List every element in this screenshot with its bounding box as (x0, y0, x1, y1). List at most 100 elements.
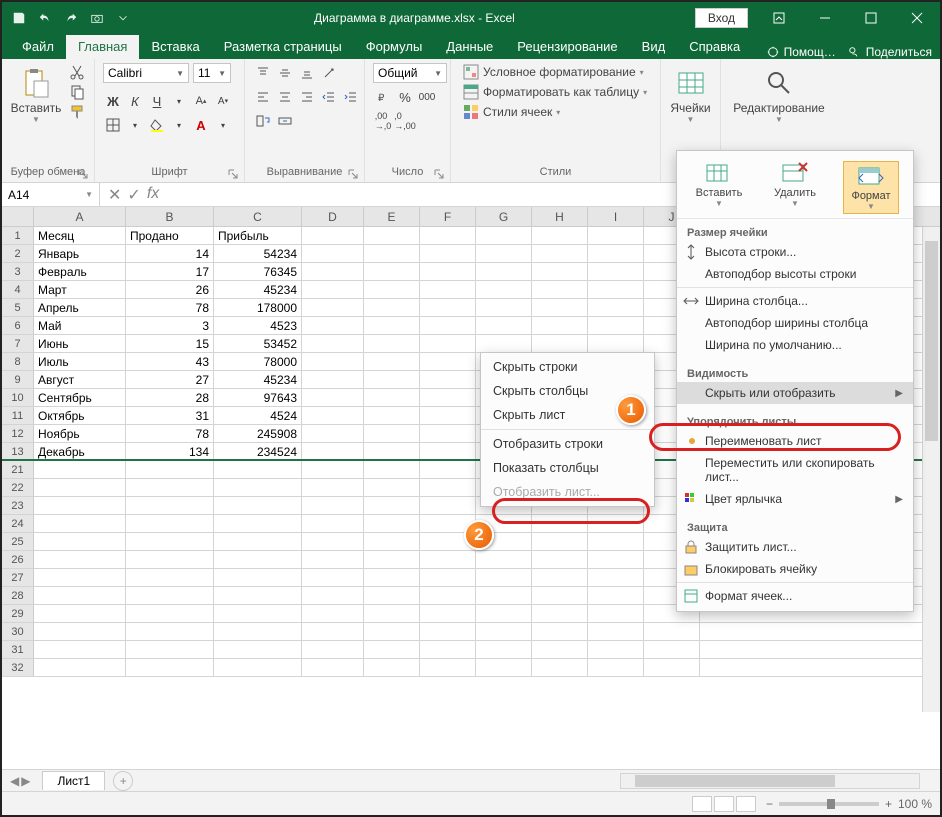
cell[interactable] (34, 551, 126, 568)
cell[interactable] (420, 461, 476, 478)
row-header[interactable]: 29 (2, 605, 34, 622)
cell[interactable] (532, 641, 588, 658)
row-header[interactable]: 9 (2, 371, 34, 388)
tab-help[interactable]: Справка (677, 35, 752, 59)
zoom-in-icon[interactable]: + (885, 797, 892, 811)
currency-icon[interactable]: ₽ (373, 87, 393, 107)
cell[interactable] (364, 263, 420, 280)
cell[interactable] (532, 299, 588, 316)
zoom-slider[interactable] (779, 802, 879, 806)
merge-icon[interactable] (275, 111, 295, 131)
col-header[interactable]: I (588, 207, 644, 226)
cell[interactable] (364, 281, 420, 298)
view-normal-icon[interactable] (692, 796, 712, 812)
cell[interactable]: Июнь (34, 335, 126, 352)
cell[interactable] (588, 551, 644, 568)
cell[interactable]: 15 (126, 335, 214, 352)
row-header[interactable]: 22 (2, 479, 34, 496)
cell[interactable] (532, 245, 588, 262)
cell[interactable] (302, 299, 364, 316)
minimize-icon[interactable] (802, 2, 848, 33)
number-format-combo[interactable]: Общий▼ (373, 63, 447, 83)
cell[interactable]: 178000 (214, 299, 302, 316)
cell[interactable] (364, 551, 420, 568)
cell[interactable]: Февраль (34, 263, 126, 280)
col-header[interactable]: G (476, 207, 532, 226)
maximize-icon[interactable] (848, 2, 894, 33)
row-header[interactable]: 2 (2, 245, 34, 262)
vscrollbar[interactable] (922, 227, 940, 712)
cell[interactable] (302, 407, 364, 424)
cell[interactable] (214, 533, 302, 550)
col-header[interactable]: E (364, 207, 420, 226)
cell[interactable] (302, 587, 364, 604)
cell[interactable]: 3 (126, 317, 214, 334)
decrease-indent-icon[interactable] (319, 87, 339, 107)
cell[interactable] (214, 551, 302, 568)
cell[interactable] (302, 371, 364, 388)
cell[interactable] (34, 587, 126, 604)
row-header[interactable]: 3 (2, 263, 34, 280)
cell[interactable] (364, 389, 420, 406)
borders-icon[interactable] (103, 115, 123, 135)
cell[interactable] (588, 263, 644, 280)
sheet-prev-icon[interactable]: ◀ (10, 774, 19, 788)
cell[interactable] (588, 533, 644, 550)
col-header[interactable]: B (126, 207, 214, 226)
row-header[interactable]: 4 (2, 281, 34, 298)
cell[interactable] (126, 533, 214, 550)
cell[interactable] (364, 353, 420, 370)
tab-layout[interactable]: Разметка страницы (212, 35, 354, 59)
cell[interactable]: Месяц (34, 227, 126, 244)
cell[interactable] (302, 641, 364, 658)
delete-cells-button[interactable]: Удалить▼ (767, 161, 823, 214)
cell[interactable] (364, 335, 420, 352)
view-break-icon[interactable] (736, 796, 756, 812)
tab-insert[interactable]: Вставка (139, 35, 211, 59)
cell[interactable] (532, 515, 588, 532)
cell[interactable]: 97643 (214, 389, 302, 406)
cell[interactable] (420, 551, 476, 568)
row-header[interactable]: 23 (2, 497, 34, 514)
cell[interactable] (302, 353, 364, 370)
cell[interactable] (588, 587, 644, 604)
cell[interactable] (126, 641, 214, 658)
copy-icon[interactable] (68, 83, 86, 101)
cell[interactable] (420, 623, 476, 640)
cell[interactable] (34, 659, 126, 676)
cell[interactable] (588, 569, 644, 586)
increase-indent-icon[interactable] (341, 87, 361, 107)
cell[interactable]: 78000 (214, 353, 302, 370)
cell[interactable] (302, 425, 364, 442)
row-header[interactable]: 21 (2, 461, 34, 478)
cell[interactable] (532, 281, 588, 298)
menu-default-width[interactable]: Ширина по умолчанию... (677, 334, 913, 356)
cell[interactable]: 17 (126, 263, 214, 280)
cell[interactable] (364, 443, 420, 459)
row-header[interactable]: 24 (2, 515, 34, 532)
tab-view[interactable]: Вид (630, 35, 678, 59)
tab-home[interactable]: Главная (66, 35, 139, 59)
cell[interactable]: 31 (126, 407, 214, 424)
format-as-table-button[interactable]: Форматировать как таблицу▾ (459, 83, 651, 101)
cell[interactable] (302, 281, 364, 298)
cell[interactable] (302, 335, 364, 352)
cell[interactable] (302, 623, 364, 640)
cell[interactable] (588, 227, 644, 244)
cell[interactable] (214, 461, 302, 478)
cell[interactable] (34, 515, 126, 532)
cell[interactable] (126, 461, 214, 478)
cell[interactable] (302, 659, 364, 676)
cell[interactable] (302, 443, 364, 459)
cell[interactable] (364, 533, 420, 550)
cell[interactable]: Январь (34, 245, 126, 262)
cell[interactable] (420, 569, 476, 586)
font-size-combo[interactable]: 11▼ (193, 63, 231, 83)
cell[interactable] (644, 641, 700, 658)
format-cells-button[interactable]: Формат▼ (843, 161, 899, 214)
align-middle-icon[interactable] (275, 63, 295, 83)
align-top-icon[interactable] (253, 63, 273, 83)
cell[interactable] (364, 659, 420, 676)
cell[interactable] (34, 533, 126, 550)
cell[interactable] (588, 659, 644, 676)
